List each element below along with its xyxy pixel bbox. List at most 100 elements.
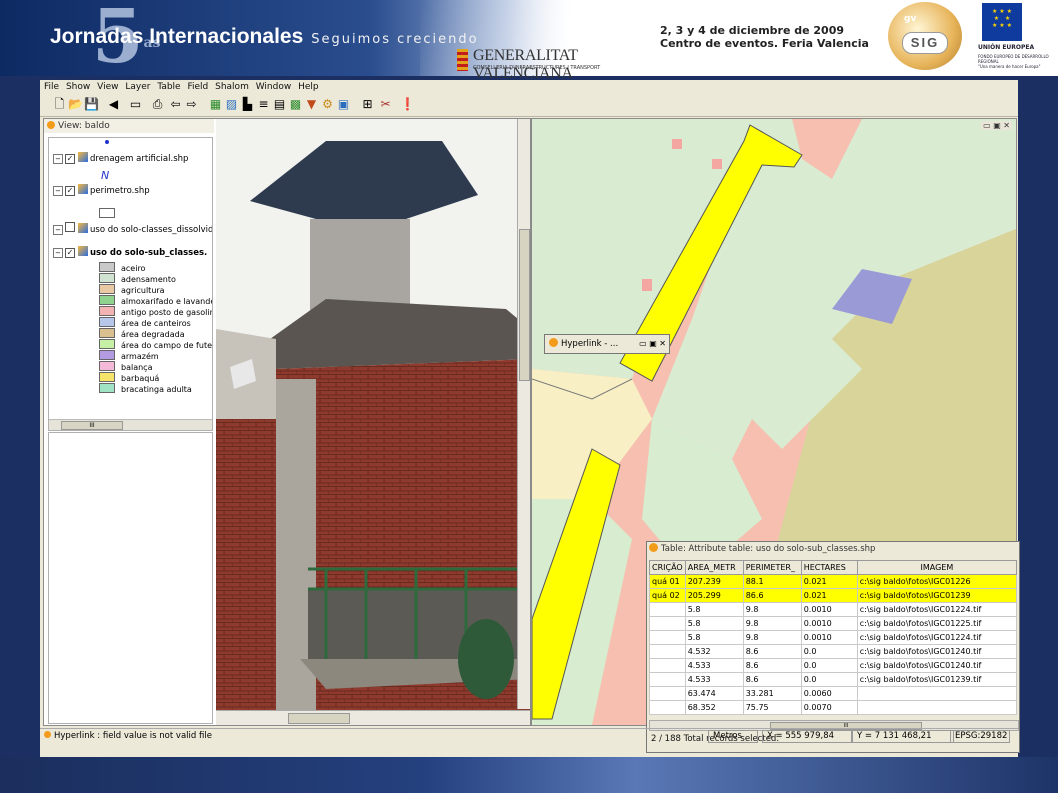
scroll-thumb[interactable]: III — [61, 421, 123, 430]
legend-item: armazém — [99, 350, 159, 361]
table-cell: 9.8 — [742, 630, 802, 645]
add-layer-icon[interactable]: ▦ — [208, 97, 223, 112]
tools-icon[interactable]: ✂ — [378, 97, 393, 112]
hyperlink-photo-pane — [216, 119, 532, 725]
layer-visibility-checkbox[interactable]: ✓ — [65, 154, 75, 164]
point-symbol-icon — [105, 140, 109, 144]
page-icon[interactable]: ▭ — [128, 97, 143, 112]
table-cell — [649, 672, 686, 687]
layer-item[interactable]: − ✓ perimetro.shp — [53, 184, 150, 198]
picture-icon[interactable]: ▣ — [336, 97, 351, 112]
chart-icon[interactable]: ▙ — [240, 97, 255, 112]
layer-item[interactable]: − uso do solo-classes_dissolvido. — [53, 222, 212, 236]
menu-window[interactable]: Window — [256, 80, 292, 94]
table-row[interactable]: quá 02 205.299 86.6 0.021 c:\sig baldo\fotos… — [649, 588, 1018, 603]
table-row[interactable]: 5.8 9.8 0.0010 c:\sig baldo\fotos\IGC01224.… — [649, 602, 1018, 617]
table-row[interactable]: 68.352 75.75 0.0070 — [649, 700, 1018, 715]
table-body: quá 01 207.239 88.1 0.021 c:\sig baldo\fotos… — [649, 574, 1018, 715]
photo-horizontal-scrollbar[interactable] — [216, 710, 530, 725]
scroll-thumb[interactable] — [288, 713, 350, 724]
conference-title: Jornadas Internacionales Seguimos crecien… — [50, 25, 479, 48]
collapse-toggle-icon[interactable]: − — [53, 186, 63, 196]
menu-field[interactable]: Field — [187, 80, 208, 94]
collapse-toggle-icon[interactable]: − — [53, 154, 63, 164]
table-row[interactable]: 5.8 9.8 0.0010 c:\sig baldo\fotos\IGC01225.… — [649, 616, 1018, 631]
layer-visibility-checkbox[interactable] — [65, 222, 75, 232]
gvsig-icon — [649, 543, 658, 552]
menu-shalom[interactable]: Shalom — [215, 80, 249, 94]
column-header[interactable]: PERIMETER_ — [742, 560, 802, 575]
hyperlink-icon[interactable]: ⚙ — [320, 97, 335, 112]
table-cell: 207.239 — [684, 574, 744, 589]
menu-show[interactable]: Show — [66, 80, 90, 94]
gvsig-icon — [549, 338, 558, 347]
grid-icon[interactable]: ▤ — [272, 97, 287, 112]
table-cell: 63.474 — [684, 686, 744, 701]
legend-item: barbaquá — [99, 372, 159, 383]
layer-visibility-checkbox[interactable]: ✓ — [65, 248, 75, 258]
table-cell: c:\sig baldo\fotos\IGC01240.tif — [856, 658, 1018, 673]
table-cell: 0.0 — [800, 672, 858, 687]
scroll-thumb[interactable] — [519, 229, 530, 381]
open-folder-icon[interactable]: 📂 — [68, 97, 83, 112]
layout-icon[interactable]: ⊞ — [360, 97, 375, 112]
forward-arrow-icon[interactable]: ⇨ — [184, 97, 199, 112]
conference-subtitle: Seguimos creciendo — [311, 32, 479, 47]
hyperlink-window[interactable]: Hyperlink - ... ▭ ▣ ✕ — [544, 334, 670, 354]
table-cell: 8.6 — [742, 644, 802, 659]
table-cell — [649, 644, 686, 659]
layer-visibility-checkbox[interactable]: ✓ — [65, 186, 75, 196]
toc-horizontal-scrollbar[interactable]: III — [49, 419, 212, 430]
collapse-toggle-icon[interactable]: − — [53, 225, 63, 235]
info-tool-icon[interactable]: ❗ — [400, 97, 415, 112]
table-cell — [649, 602, 686, 617]
toolbar: 🗋 📂 💾 ◀ ▭ ⎙ ⇦ ⇨ ▦ ▨ ▙ ≡ ▤ ▩ ▼ ⚙ ▣ ⊞ ✂ ❗ — [40, 94, 1018, 117]
menu-file[interactable]: File — [44, 80, 59, 94]
table-row[interactable]: 63.474 33.281 0.0060 — [649, 686, 1018, 701]
print-icon[interactable]: ⎙ — [150, 97, 165, 112]
table-icon[interactable]: ≡ — [256, 97, 271, 112]
layer-item[interactable]: − ✓ drenagem artificial.shp — [53, 152, 188, 166]
projection-field: EPSG:29182 — [950, 730, 1010, 743]
map-icon[interactable]: ▩ — [288, 97, 303, 112]
menu-bar: File Show View Layer Table Field Shalom … — [40, 80, 1018, 94]
menu-layer[interactable]: Layer — [125, 80, 150, 94]
collapse-toggle-icon[interactable]: − — [53, 248, 63, 258]
generalitat-flag-icon — [457, 49, 468, 71]
table-cell: quá 02 — [649, 588, 686, 603]
new-file-icon[interactable]: 🗋 — [52, 97, 67, 112]
back-arrow-icon[interactable]: ⇦ — [168, 97, 183, 112]
column-header[interactable]: HECTARES — [800, 560, 858, 575]
menu-view[interactable]: View — [97, 80, 118, 94]
table-row[interactable]: 5.8 9.8 0.0010 c:\sig baldo\fotos\IGC01224.… — [649, 630, 1018, 645]
legend-item: agricultura — [99, 284, 165, 295]
table-row[interactable]: 4.533 8.6 0.0 c:\sig baldo\fotos\IGC01240.t… — [649, 658, 1018, 673]
table-cell: 4.532 — [684, 644, 744, 659]
filter-icon[interactable]: ▼ — [304, 97, 319, 112]
column-header[interactable]: IMAGEM — [856, 560, 1018, 575]
column-header[interactable]: AREA_METR — [684, 560, 744, 575]
save-icon[interactable]: 💾 — [84, 97, 99, 112]
layer-icon — [78, 246, 88, 256]
table-row[interactable]: quá 01 207.239 88.1 0.021 c:\sig baldo\fotos… — [649, 574, 1018, 589]
warning-icon — [44, 731, 51, 738]
layer-icon — [78, 184, 88, 194]
locator-map — [48, 432, 213, 724]
zoom-previous-icon[interactable]: ◀ — [106, 97, 121, 112]
table-row[interactable]: 4.533 8.6 0.0 c:\sig baldo\fotos\IGC01239.t… — [649, 672, 1018, 687]
map-window-buttons[interactable]: ▭ ▣ ✕ — [981, 121, 1012, 130]
table-cell: 0.0010 — [800, 602, 858, 617]
photo-vertical-scrollbar[interactable] — [517, 119, 530, 709]
table-cell: 5.8 — [684, 630, 744, 645]
building-photo — [216, 119, 530, 725]
edit-layer-icon[interactable]: ▨ — [224, 97, 239, 112]
hyperlink-window-buttons[interactable]: ▭ ▣ ✕ — [639, 335, 666, 353]
eu-logo: ★ ★ ★ ★ ★ ★ ★ ★ UNIÓN EUROPEA FONDO EUROPE… — [978, 0, 1054, 76]
layer-item-active[interactable]: − ✓ uso do solo-sub_classes. — [53, 246, 207, 260]
event-info: 2, 3 y 4 de diciembre de 2009 Centro de … — [660, 24, 869, 50]
menu-help[interactable]: Help — [298, 80, 319, 94]
table-row[interactable]: 4.532 8.6 0.0 c:\sig baldo\fotos\IGC01240.t… — [649, 644, 1018, 659]
menu-table[interactable]: Table — [157, 80, 180, 94]
table-cell: 9.8 — [742, 602, 802, 617]
column-header[interactable]: CRIÇÃO — [649, 560, 686, 575]
